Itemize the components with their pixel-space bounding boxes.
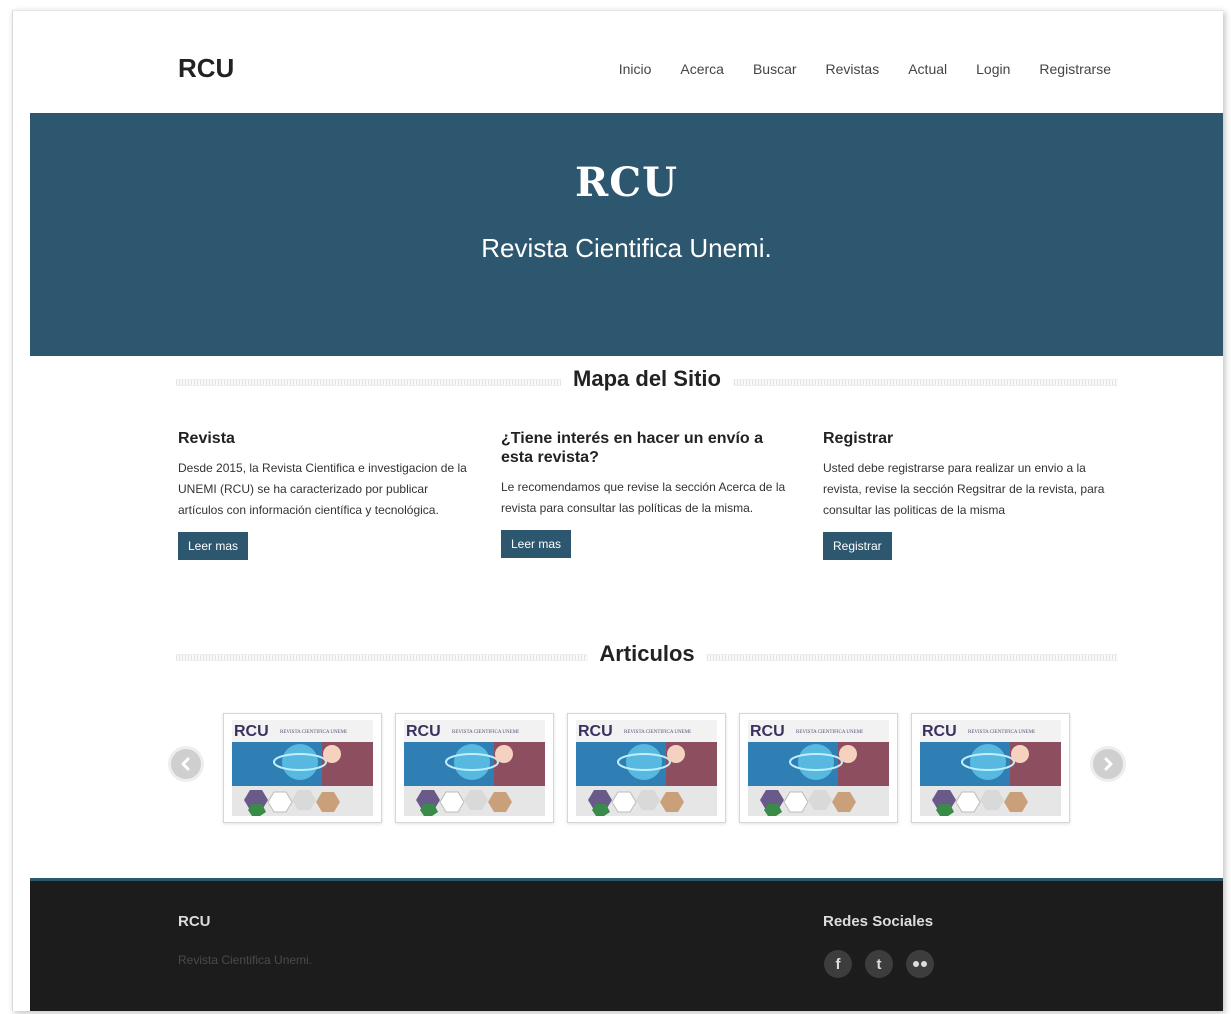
article-thumbnail[interactable]: RCU REVISTA CIENTIFICA UNEMI xyxy=(567,713,726,823)
nav-registrarse[interactable]: Registrarse xyxy=(1039,61,1111,77)
social-title: Redes Sociales xyxy=(823,913,934,930)
leer-mas-button[interactable]: Leer mas xyxy=(178,532,249,560)
sitemap-heading: Mapa del Sitio xyxy=(176,366,1118,396)
cover-logo-text: RCU xyxy=(750,723,785,740)
nav-acerca[interactable]: Acerca xyxy=(680,61,724,77)
article-thumbnail[interactable]: RCU REVISTA CIENTIFICA UNEMI xyxy=(739,713,898,823)
cover-logo-text: RCU xyxy=(578,723,613,740)
site-logo[interactable]: RCU xyxy=(178,53,234,84)
hero-subtitle: Revista Cientifica Unemi. xyxy=(481,233,772,263)
cover-logo-text: RCU xyxy=(922,723,957,740)
page-frame: RCU Inicio Acerca Buscar Revistas Actual… xyxy=(12,10,1223,1011)
journal-cover-image: RCU REVISTA CIENTIFICA UNEMI xyxy=(576,720,717,816)
article-thumbnail[interactable]: RCU REVISTA CIENTIFICA UNEMI xyxy=(911,713,1070,823)
column-title: Revista xyxy=(178,430,235,447)
journal-cover-image: RCU REVISTA CIENTIFICA UNEMI xyxy=(748,720,889,816)
nav-revistas[interactable]: Revistas xyxy=(826,61,880,77)
article-thumbnail[interactable]: RCU REVISTA CIENTIFICA UNEMI xyxy=(395,713,554,823)
nav-buscar[interactable]: Buscar xyxy=(753,61,797,77)
nav-inicio[interactable]: Inicio xyxy=(619,61,652,77)
column-registrar: Registrar Usted debe registrarse para re… xyxy=(823,429,1113,560)
journal-cover-image: RCU REVISTA CIENTIFICA UNEMI xyxy=(404,720,545,816)
footer-brand: RCU xyxy=(178,913,211,930)
cover-logo-text: RCU xyxy=(406,723,441,740)
cover-subtitle-text: REVISTA CIENTIFICA UNEMI xyxy=(452,730,519,735)
hero-banner: RCU Revista Cientifica Unemi. xyxy=(30,113,1223,356)
cover-subtitle-text: REVISTA CIENTIFICA UNEMI xyxy=(280,730,347,735)
column-title: Registrar xyxy=(823,430,894,447)
sitemap-heading-label: Mapa del Sitio xyxy=(561,366,733,392)
chevron-left-icon[interactable] xyxy=(171,749,201,779)
twitter-icon[interactable]: t xyxy=(865,950,893,978)
hero-title: RCU xyxy=(575,159,678,206)
column-envio: ¿Tiene interés en hacer un envío a esta … xyxy=(501,429,791,558)
journal-cover-image: RCU REVISTA CIENTIFICA UNEMI xyxy=(232,720,373,816)
cover-subtitle-text: REVISTA CIENTIFICA UNEMI xyxy=(796,730,863,735)
facebook-icon[interactable]: f xyxy=(824,950,852,978)
column-text: Usted debe registrarse para realizar un … xyxy=(823,461,1105,517)
flickr-icon[interactable] xyxy=(906,950,934,978)
cover-logo-text: RCU xyxy=(234,723,269,740)
articles-heading-label: Articulos xyxy=(587,641,707,667)
article-thumbnail[interactable]: RCU REVISTA CIENTIFICA UNEMI xyxy=(223,713,382,823)
chevron-right-icon[interactable] xyxy=(1093,749,1123,779)
column-text: Desde 2015, la Revista Cientifica e inve… xyxy=(178,461,467,517)
articles-heading: Articulos xyxy=(176,641,1118,671)
nav-actual[interactable]: Actual xyxy=(908,61,947,77)
column-revista: Revista Desde 2015, la Revista Cientific… xyxy=(178,429,468,560)
cover-subtitle-text: REVISTA CIENTIFICA UNEMI xyxy=(968,730,1035,735)
journal-cover-image: RCU REVISTA CIENTIFICA UNEMI xyxy=(920,720,1061,816)
cover-subtitle-text: REVISTA CIENTIFICA UNEMI xyxy=(624,730,691,735)
column-text: Le recomendamos que revise la sección Ac… xyxy=(501,480,786,515)
footer: RCU Revista Cientifica Unemi. Redes Soci… xyxy=(30,878,1223,1011)
nav-login[interactable]: Login xyxy=(976,61,1010,77)
main-nav: Inicio Acerca Buscar Revistas Actual Log… xyxy=(590,61,1111,77)
registrar-button[interactable]: Registrar xyxy=(823,532,892,560)
footer-tagline: Revista Cientifica Unemi. xyxy=(178,953,313,967)
leer-mas-button[interactable]: Leer mas xyxy=(501,530,572,558)
column-title: ¿Tiene interés en hacer un envío a esta … xyxy=(501,430,764,466)
